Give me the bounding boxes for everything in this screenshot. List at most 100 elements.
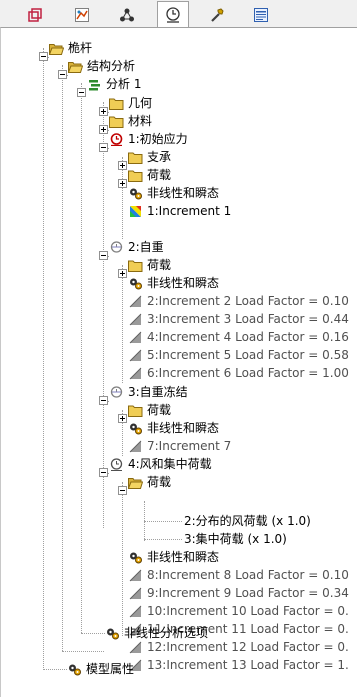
tree-node-loads[interactable]: 荷载: [128, 166, 171, 184]
tree-node-label: 7:Increment 7: [147, 439, 232, 453]
tree-node-label: 非线性和瞬态: [147, 421, 220, 435]
folder-icon: [128, 170, 143, 182]
tree-node-structural-analysis[interactable]: 结构分析: [68, 57, 135, 75]
tree-node-initial-stress[interactable]: 1:初始应力: [109, 130, 188, 148]
tree-expand-toggle[interactable]: [99, 125, 108, 134]
tree-node-label: 非线性和瞬态: [147, 276, 220, 290]
tree-node-label: 荷载: [147, 168, 172, 182]
tree-node-nonlinear[interactable]: 非线性和瞬态: [128, 274, 219, 292]
tree-collapse-toggle[interactable]: [58, 70, 67, 79]
tree-node-increment[interactable]: 13:Increment 13 Load Factor = 1.: [128, 656, 349, 674]
folder-icon: [128, 152, 143, 164]
increment-result-icon: [130, 205, 141, 217]
increment-icon: [129, 587, 142, 599]
tree-node-nonlinear-options[interactable]: 非线性分析选项: [105, 624, 208, 642]
tree-node-label: 非线性和瞬态: [147, 550, 220, 564]
tab-model[interactable]: [20, 3, 50, 27]
tree-node-label: 2:自重: [128, 240, 164, 254]
tree-node-label: 2:分布的风荷载 (x 1.0): [184, 514, 311, 528]
folder-icon: [109, 98, 124, 110]
tree-node-increment[interactable]: 7:Increment 7: [128, 437, 231, 455]
tree-node-self-weight[interactable]: 2:自重: [109, 238, 164, 256]
increment-icon: [129, 569, 142, 581]
tree-node-point-load[interactable]: 3:集中荷载 (x 1.0): [182, 530, 287, 548]
tree-node-label: 材料: [128, 114, 153, 128]
tree-collapse-toggle[interactable]: [118, 486, 127, 495]
tree-node-increment[interactable]: 3:Increment 3 Load Factor = 0.44: [128, 310, 349, 328]
tree-node-loads[interactable]: 荷载: [128, 256, 171, 274]
tree-node-label: 3:自重冻结: [128, 385, 188, 399]
tree-node-increment[interactable]: 10:Increment 10 Load Factor = 0.: [128, 602, 349, 620]
analysis-tab-icon: [166, 7, 180, 23]
model-tab-icon: [28, 8, 42, 22]
tree-node-label: 结构分析: [87, 59, 136, 73]
tab-results[interactable]: [67, 3, 97, 27]
gear-icon: [130, 423, 142, 434]
tab-report[interactable]: [246, 3, 276, 27]
tree-expand-toggle[interactable]: [99, 107, 108, 116]
tree-expand-toggle[interactable]: [118, 161, 127, 170]
folder-icon: [128, 260, 143, 272]
tree-node-label: 非线性分析选项: [124, 626, 209, 640]
results-tab-icon: [75, 8, 89, 22]
increment-icon: [129, 295, 142, 307]
tree-node-label: 几何: [128, 96, 153, 110]
folder-icon: [109, 116, 124, 128]
tree-node-label: 6:Increment 6 Load Factor = 1.00: [147, 366, 349, 380]
tree-node-loads[interactable]: 荷载: [128, 401, 171, 419]
tree-node-nonlinear[interactable]: 非线性和瞬态: [128, 548, 219, 566]
increment-icon: [129, 605, 142, 617]
tree-node-increment[interactable]: 8:Increment 8 Load Factor = 0.10: [128, 566, 349, 584]
gear-icon: [130, 278, 142, 289]
tree-node-increment[interactable]: 6:Increment 6 Load Factor = 1.00: [128, 364, 349, 382]
tree-node-label: 1:Increment 1: [147, 204, 232, 218]
tree-collapse-toggle[interactable]: [99, 468, 108, 477]
increment-icon: [129, 313, 142, 325]
tree-node-label: 4:风和集中荷载: [128, 457, 212, 471]
tree-node-label: 分析 1: [106, 77, 142, 91]
tab-connections[interactable]: [112, 3, 142, 27]
tree-node-label: 桅杆: [68, 41, 93, 55]
tab-analysis[interactable]: [157, 1, 189, 28]
tree-expand-toggle[interactable]: [118, 414, 127, 423]
tree-expand-toggle[interactable]: [118, 179, 127, 188]
tree-expand-toggle[interactable]: [118, 269, 127, 278]
tree-node-model-properties[interactable]: 模型属性: [67, 660, 134, 678]
tree-node-label: 8:Increment 8 Load Factor = 0.10: [147, 568, 349, 582]
tree-node-label: 1:初始应力: [128, 132, 188, 146]
tree-node-loads[interactable]: 荷载: [128, 473, 171, 491]
tab-tools[interactable]: [202, 3, 232, 27]
gear-icon: [107, 628, 119, 639]
connections-tab-icon: [120, 8, 134, 22]
increment-icon: [129, 440, 142, 452]
tree-node-increment[interactable]: 5:Increment 5 Load Factor = 0.58: [128, 346, 349, 364]
tree-node-label: 荷载: [147, 258, 172, 272]
tree-node-support[interactable]: 支承: [128, 148, 171, 166]
tree-node-nonlinear[interactable]: 非线性和瞬态: [128, 184, 219, 202]
tree-node-wind-point-load[interactable]: 4:风和集中荷载: [109, 455, 212, 473]
increment-icon: [129, 331, 142, 343]
increment-icon: [129, 641, 142, 653]
tree-node-geometry[interactable]: 几何: [109, 94, 152, 112]
tree-node-root[interactable]: 桅杆: [49, 39, 92, 57]
tree-node-increment[interactable]: 2:Increment 2 Load Factor = 0.10: [128, 292, 349, 310]
tree-node-increment[interactable]: 4:Increment 4 Load Factor = 0.16: [128, 328, 349, 346]
tree-node-wind-load[interactable]: 2:分布的风荷载 (x 1.0): [182, 512, 311, 530]
active-load-case-icon: [110, 132, 123, 146]
tree-node-freeze[interactable]: 3:自重冻结: [109, 383, 188, 401]
tree-node-label: 荷载: [147, 475, 172, 489]
tree-collapse-toggle[interactable]: [99, 396, 108, 405]
tree-collapse-toggle[interactable]: [99, 143, 108, 152]
tree-node-nonlinear[interactable]: 非线性和瞬态: [128, 419, 219, 437]
folder-open-icon: [68, 61, 83, 73]
increment-icon: [129, 367, 142, 379]
tree-node-material[interactable]: 材料: [109, 112, 152, 130]
tree-node-increment[interactable]: 9:Increment 9 Load Factor = 0.34: [128, 584, 349, 602]
tree-node-increment[interactable]: 1:Increment 1: [128, 202, 231, 220]
tree-collapse-toggle[interactable]: [99, 251, 108, 260]
tree-collapse-toggle[interactable]: [77, 88, 86, 97]
tree-node-analysis-1[interactable]: 分析 1: [87, 75, 141, 93]
tree-node-label: 10:Increment 10 Load Factor = 0.: [147, 604, 349, 618]
folder-open-icon: [128, 477, 143, 489]
tree-collapse-toggle[interactable]: [39, 52, 48, 61]
